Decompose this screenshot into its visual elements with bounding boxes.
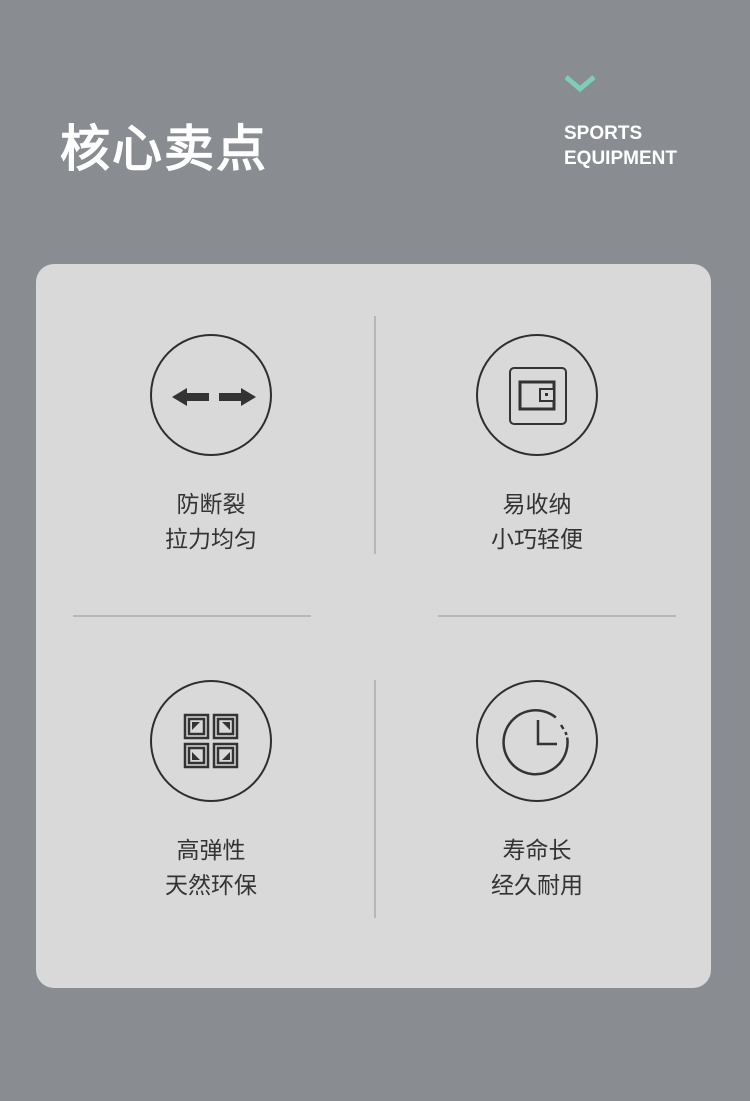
feature-title: 易收纳 xyxy=(502,492,572,518)
feature-subtitle: 经久耐用 xyxy=(491,873,583,899)
icon-circle xyxy=(150,680,272,802)
feature-title: 寿命长 xyxy=(502,838,572,864)
feature-item: 寿命长 经久耐用 xyxy=(412,680,662,904)
feature-subtitle: 小巧轻便 xyxy=(491,527,583,553)
wallet-icon xyxy=(509,367,567,425)
icon-circle xyxy=(476,680,598,802)
divider-vertical-top xyxy=(374,316,376,554)
feature-item: 高弹性 天然环保 xyxy=(86,680,336,904)
feature-title: 高弹性 xyxy=(176,838,246,864)
grid-squares-icon xyxy=(183,713,239,769)
feature-panel: 防断裂 拉力均匀 易收纳 小巧轻便 高弹性 天然环保 寿命长 经久耐用 xyxy=(36,264,711,988)
divider-horizontal-left xyxy=(73,615,311,617)
feature-label: 高弹性 天然环保 xyxy=(86,834,336,904)
chevron-down-icon xyxy=(564,75,596,93)
feature-subtitle: 天然环保 xyxy=(165,873,257,899)
icon-circle xyxy=(476,334,598,456)
feature-label: 寿命长 经久耐用 xyxy=(412,834,662,904)
category-line-2: EQUIPMENT xyxy=(564,148,677,169)
feature-label: 易收纳 小巧轻便 xyxy=(412,488,662,558)
feature-item: 易收纳 小巧轻便 xyxy=(412,334,662,558)
divider-horizontal-right xyxy=(438,615,676,617)
divider-vertical-bottom xyxy=(374,680,376,918)
category-label: SPORTS EQUIPMENT xyxy=(564,121,677,171)
feature-subtitle: 拉力均匀 xyxy=(165,527,257,553)
icon-circle xyxy=(150,334,272,456)
category-line-1: SPORTS xyxy=(564,123,643,144)
feature-label: 防断裂 拉力均匀 xyxy=(86,488,336,558)
double-arrow-icon xyxy=(172,388,256,406)
page-title: 核心卖点 xyxy=(60,120,268,178)
clock-icon xyxy=(502,709,569,776)
feature-title: 防断裂 xyxy=(176,492,246,518)
feature-item: 防断裂 拉力均匀 xyxy=(86,334,336,558)
